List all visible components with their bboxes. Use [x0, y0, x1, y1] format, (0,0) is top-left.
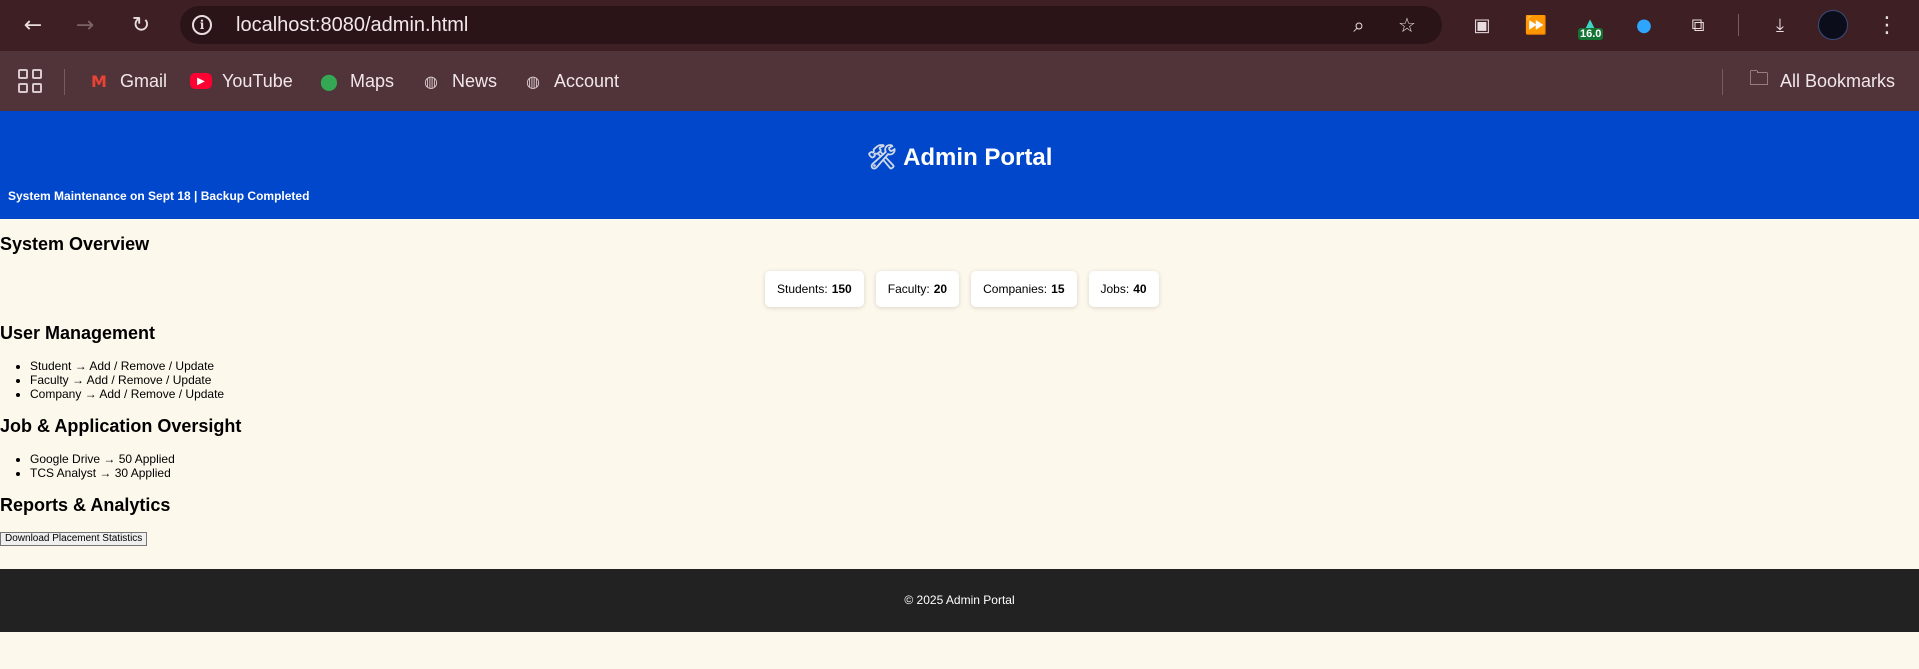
- page-title: 🛠 Admin Portal: [0, 143, 1919, 172]
- stat-card-faculty: Faculty: 20: [875, 271, 960, 307]
- stat-value: 40: [1133, 282, 1147, 296]
- stat-label: Companies:: [983, 282, 1048, 296]
- folder-icon: 🗀: [1749, 66, 1769, 90]
- stat-value: 150: [831, 282, 852, 296]
- bookmark-news[interactable]: ◍ News: [420, 68, 497, 94]
- bookmark-label: YouTube: [222, 70, 293, 91]
- stat-card-jobs: Jobs: 40: [1088, 271, 1159, 307]
- bookmark-label: Gmail: [120, 70, 168, 91]
- reload-icon[interactable]: ↻: [124, 8, 158, 42]
- bookmark-label: News: [452, 70, 498, 91]
- all-bookmarks[interactable]: 🗀 All Bookmarks: [1748, 66, 1896, 94]
- tab-search-icon[interactable]: ▣: [1468, 11, 1496, 39]
- browser-toolbar: ← → ↻ i localhost:8080/admin.html ⌕ ☆ ▣ …: [0, 0, 1919, 51]
- bookmark-youtube[interactable]: ▶ YouTube: [190, 68, 293, 94]
- globe-icon: ◍: [424, 71, 438, 91]
- extension-badge: 16.0: [1578, 28, 1604, 40]
- stat-value: 15: [1051, 282, 1065, 296]
- stats-cards: Students: 150 Faculty: 20 Companies: 15 Job…: [765, 271, 1159, 307]
- stat-label: Faculty:: [887, 282, 930, 296]
- bookmark-account[interactable]: ◍ Account: [522, 68, 619, 94]
- globe-icon: ◍: [526, 71, 540, 91]
- bookmarks-divider: [1722, 69, 1723, 95]
- back-arrow-icon[interactable]: ←: [16, 8, 50, 42]
- page-footer: © 2025 Admin Portal: [0, 569, 1919, 632]
- list-item: TCS Analyst → 30 Applied: [30, 466, 175, 480]
- address-bar[interactable]: i localhost:8080/admin.html ⌕ ☆: [180, 6, 1442, 44]
- maps-icon: ⬤: [320, 71, 338, 91]
- page-header: 🛠 Admin Portal System Maintenance on Sept…: [0, 111, 1919, 219]
- downloads-icon[interactable]: ⤓: [1766, 11, 1794, 39]
- page-title-text: Admin Portal: [903, 144, 1053, 171]
- extension-badge-icon[interactable]: ▲ 16.0: [1576, 11, 1604, 40]
- bookmarks-bar: M Gmail ▶ YouTube ⬤ Maps ◍ News ◍ Accoun…: [0, 51, 1919, 111]
- tools-icon: 🛠: [866, 143, 898, 171]
- bookmark-label: Account: [554, 70, 620, 91]
- bookmark-gmail[interactable]: M Gmail: [88, 68, 167, 94]
- overview-heading: System Overview: [0, 234, 150, 254]
- user-management-list: Student → Add / Remove / Update Faculty …: [0, 359, 224, 401]
- stat-card-students: Students: 150: [765, 271, 864, 307]
- profile-avatar[interactable]: [1818, 10, 1848, 40]
- footer-text: © 2025 Admin Portal: [904, 593, 1015, 607]
- bookmarks-divider: [64, 69, 65, 95]
- bookmark-star-icon[interactable]: ☆: [1394, 12, 1420, 38]
- job-oversight-list: Google Drive → 50 Applied TCS Analyst → …: [0, 452, 175, 480]
- apps-grid-icon[interactable]: [18, 69, 42, 93]
- url-text[interactable]: localhost:8080/admin.html: [236, 14, 468, 37]
- zoom-icon[interactable]: ⌕: [1346, 12, 1372, 38]
- bookmark-label: Maps: [350, 70, 395, 91]
- user-management-heading: User Management: [0, 323, 156, 343]
- media-extension-icon[interactable]: ⏩: [1522, 11, 1550, 39]
- extensions-puzzle-icon[interactable]: ⧉: [1684, 11, 1712, 39]
- stat-label: Students:: [777, 282, 828, 296]
- timer-extension-icon[interactable]: ●: [1630, 11, 1658, 39]
- job-oversight-heading: Job & Application Oversight: [0, 416, 242, 436]
- site-info-icon[interactable]: i: [192, 15, 212, 35]
- list-item: Faculty → Add / Remove / Update: [30, 373, 224, 387]
- announcement-ticker: System Maintenance on Sept 18 | Backup C…: [8, 189, 310, 203]
- stat-card-companies: Companies: 15: [971, 271, 1077, 307]
- youtube-icon: ▶: [190, 73, 212, 89]
- browser-menu-icon[interactable]: ⋮: [1874, 8, 1900, 42]
- reports-heading: Reports & Analytics: [0, 495, 171, 515]
- gmail-icon: M: [91, 71, 107, 91]
- stat-label: Jobs:: [1100, 282, 1130, 296]
- list-item: Google Drive → 50 Applied: [30, 452, 175, 466]
- list-item: Company → Add / Remove / Update: [30, 387, 224, 401]
- list-item: Student → Add / Remove / Update: [30, 359, 224, 373]
- stat-value: 20: [933, 282, 948, 296]
- download-statistics-button[interactable]: Download Placement Statistics: [0, 532, 148, 546]
- toolbar-divider: [1738, 14, 1739, 36]
- all-bookmarks-label: All Bookmarks: [1780, 70, 1896, 91]
- forward-arrow-icon[interactable]: →: [68, 8, 102, 42]
- bookmark-maps[interactable]: ⬤ Maps: [318, 68, 394, 94]
